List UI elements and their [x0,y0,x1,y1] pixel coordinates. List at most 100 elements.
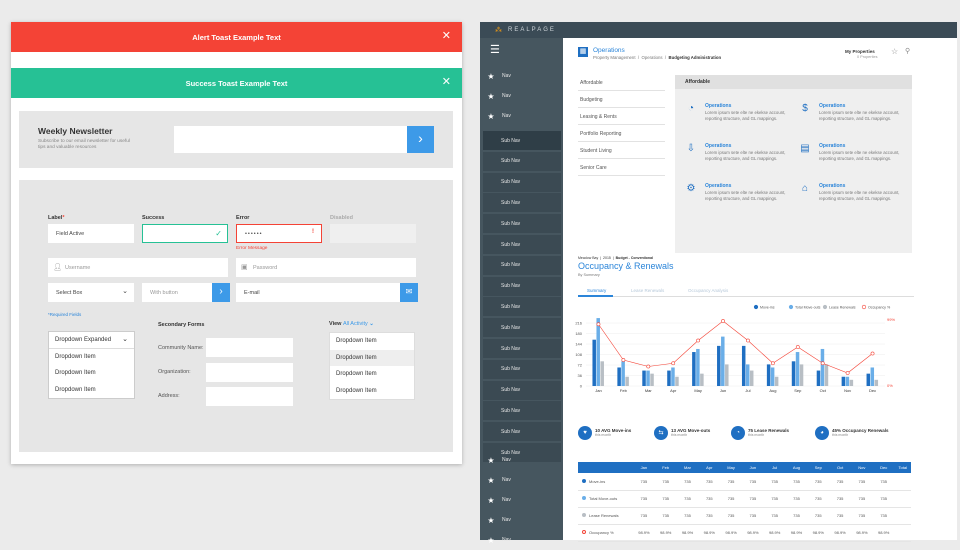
sub-nav-item[interactable]: Sub Nav [483,380,561,400]
menu-item[interactable]: Affordable [578,75,665,91]
community-name-input[interactable] [206,338,293,357]
newsletter-submit-button[interactable]: › [407,126,434,153]
main-content: ▦ Operations Property Management / Opera… [565,38,957,541]
sub-nav-item[interactable]: Sub Nav [483,339,561,358]
my-properties[interactable]: My Properties [845,49,875,54]
table-cell: 735 [684,478,691,484]
select-box[interactable]: Select Box ⌄ [48,283,134,302]
breadcrumb-item[interactable]: Property Management [593,55,636,60]
stat-sub: this month [748,433,765,437]
star-icon[interactable]: ☆ [891,47,898,56]
close-icon[interactable]: ✕ [442,30,451,42]
hamburger-icon[interactable]: ☰ [490,43,500,56]
chart-bar [592,339,596,386]
table-header: Aug [785,462,808,473]
sub-nav-item[interactable]: Sub Nav [483,318,561,338]
table-cell: 735 [771,513,779,518]
view-filter[interactable]: View All Activity ⌄ [329,321,374,327]
operations-link[interactable]: Operations [705,103,731,109]
table-cell: 98.9% [877,530,890,535]
table-cell: 98.9% [856,530,868,535]
table-header-blank [578,462,633,473]
dropdown-item[interactable]: Dropdown Item [49,382,134,399]
mail-icon-button[interactable]: ✉ [400,283,418,302]
nav-item[interactable]: ★ Nav [480,66,563,86]
nav-item[interactable]: ★ Nav [480,510,563,530]
nav-item[interactable]: ★ Nav [480,490,563,510]
tab-occupancy-analysis[interactable]: Occupancy Analysis [688,288,728,293]
dropdown-item[interactable]: Dropdown Item [330,333,414,350]
sub-nav-item[interactable]: Sub Nav [483,401,561,421]
input-action-button[interactable]: › [212,283,230,302]
breadcrumb-item[interactable]: Operations [642,55,663,60]
operations-link[interactable]: Operations [819,183,845,189]
table-cell: 735 [793,478,800,484]
dropdown-selected[interactable]: Dropdown Expanded ⌄ [49,332,134,349]
table-header: Oct [829,462,851,473]
sub-nav-item[interactable]: Sub Nav [483,359,561,379]
operations-link[interactable]: Operations [819,143,845,149]
sub-nav-item[interactable]: Sub Nav [483,151,561,171]
table-cell: 735 [705,478,713,484]
sub-nav-item[interactable]: Sub Nav [483,276,561,296]
close-icon[interactable]: ✕ [442,76,451,88]
sub-nav-item[interactable]: Sub Nav [483,214,561,234]
menu-item[interactable]: Budgeting [578,92,665,108]
table-header: Jun [741,462,764,473]
operations-icon: ▦ [578,47,588,57]
field-active-input[interactable]: Field Active [48,224,134,243]
operations-link[interactable]: Operations [705,183,731,189]
sub-nav-item[interactable]: Sub Nav [483,172,561,192]
sub-nav-item[interactable]: Sub Nav [483,235,561,254]
dropdown-item[interactable]: Dropdown Item [330,383,414,400]
nav-item[interactable]: ★ Nav [480,530,563,550]
dropdown-item[interactable]: Dropdown Item [49,365,134,382]
sub-nav-item[interactable]: Sub Nav [483,193,561,213]
stat-sub: this month [832,433,849,437]
table-cell: 735 [727,496,735,501]
search-icon[interactable]: ⚲ [905,47,910,55]
sub-nav-item[interactable]: Sub Nav [483,297,561,317]
address-input[interactable] [206,387,293,406]
tab-summary[interactable]: Summary [587,288,606,293]
organization-input[interactable] [206,363,293,382]
x-tick-label: Jun [720,388,726,393]
nav-item[interactable]: ★ Nav [480,86,563,106]
nav-item[interactable]: ★ Nav [480,470,563,490]
password-input[interactable]: ▣ Password [236,258,416,277]
occupancy-point [870,351,875,356]
dropdown-item[interactable]: Dropdown Item [49,349,134,366]
menu-item[interactable]: Senior Care [578,160,665,176]
view-dropdown[interactable]: Dropdown Item Dropdown Item Dropdown Ite… [329,332,415,400]
dropdown-item[interactable]: Dropdown Item [330,366,414,383]
legend-dot [582,496,586,500]
operations-link[interactable]: Operations [819,103,845,109]
table-cell: 98.9% [790,530,803,535]
menu-item[interactable]: Portfolio Reporting [578,126,665,142]
chart-bar [874,379,879,386]
table-cell: 98.9% [660,530,672,535]
operations-link[interactable]: Operations [705,143,731,149]
sub-nav-item[interactable]: Sub Nav [483,255,561,275]
dropdown-item[interactable]: Dropdown Item [330,349,414,366]
sub-nav-item[interactable]: Sub Nav [483,422,561,442]
menu-item[interactable]: Student Living [578,143,665,159]
star-icon: ★ [487,535,495,545]
menu-item[interactable]: Leasing & Rents [578,109,665,125]
nav-item[interactable]: ★ Nav [480,450,563,470]
newsletter-email-input[interactable] [174,126,407,153]
email-input[interactable]: E-mail [236,283,400,302]
error-password-input[interactable]: ••••••! [236,224,322,243]
table-header: Apr [698,462,721,473]
occupancy-point [770,361,775,366]
success-input[interactable]: ✓ [142,224,228,243]
brand-name: REALPAGE [508,27,556,33]
sub-nav-item[interactable]: Sub Nav [483,131,561,150]
with-button-input[interactable]: With button [142,283,212,302]
y-tick-label: 216 [575,321,582,326]
expanded-dropdown[interactable]: Dropdown Expanded ⌄ Dropdown Item Dropdow… [48,331,135,399]
required-note: *Required Fields [48,312,82,317]
tab-lease-renewals[interactable]: Lease Renewals [631,288,664,293]
nav-item[interactable]: ★ Nav [480,106,563,126]
username-input[interactable]: 👤︎ Username [48,258,228,277]
